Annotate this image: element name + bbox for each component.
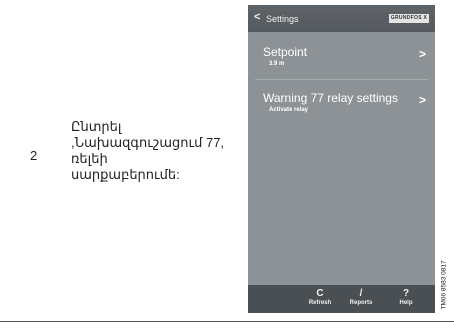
figure-code: TM06 8583 0817 (436, 236, 451, 316)
step-line: Ընտրել (71, 119, 122, 134)
step-number: 2 (30, 148, 38, 163)
screen-title: Settings (266, 14, 299, 24)
menu-item-value: Activate relay (269, 107, 309, 113)
help-icon: ? (402, 288, 410, 299)
divider (255, 79, 428, 80)
back-chevron-icon[interactable]: < (254, 11, 260, 23)
reports-button[interactable]: / Reports (341, 288, 381, 306)
menu-item-warning-77-relay[interactable]: Warning 77 relay settings Activate relay… (248, 85, 435, 125)
top-bar: < Settings GRUNDFOS X (248, 5, 435, 32)
chevron-right-icon: > (418, 47, 426, 61)
reports-icon: / (359, 288, 363, 299)
menu-item-setpoint[interactable]: Setpoint 3.9 m > (248, 39, 435, 79)
phone-screen: < Settings GRUNDFOS X Setpoint 3.9 m > W… (248, 5, 435, 313)
refresh-button[interactable]: C Refresh (300, 288, 340, 306)
menu-item-title: Setpoint (263, 45, 308, 59)
refresh-label: Refresh (308, 300, 332, 306)
bottom-toolbar: C Refresh / Reports ? Help (248, 285, 435, 313)
figure-code-text: TM06 8583 0817 (440, 260, 448, 310)
step-instruction: Ընտրել ,Նախազգուշացում 77, ռելեի սարքաբե… (71, 119, 241, 183)
step-line: ռելեի (71, 151, 108, 166)
refresh-icon: C (316, 288, 324, 299)
help-label: Help (399, 300, 413, 306)
step-line: սարքաբերումե: (71, 167, 180, 182)
menu-item-title: Warning 77 relay settings (263, 91, 398, 105)
chevron-right-icon: > (418, 93, 426, 107)
help-button[interactable]: ? Help (386, 288, 426, 306)
step-line: ,Նախազգուշացում 77, (71, 135, 225, 150)
brand-logo: GRUNDFOS X (389, 14, 429, 23)
reports-label: Reports (349, 300, 373, 306)
menu-item-value: 3.9 m (269, 61, 285, 67)
bottom-rule (0, 321, 454, 322)
